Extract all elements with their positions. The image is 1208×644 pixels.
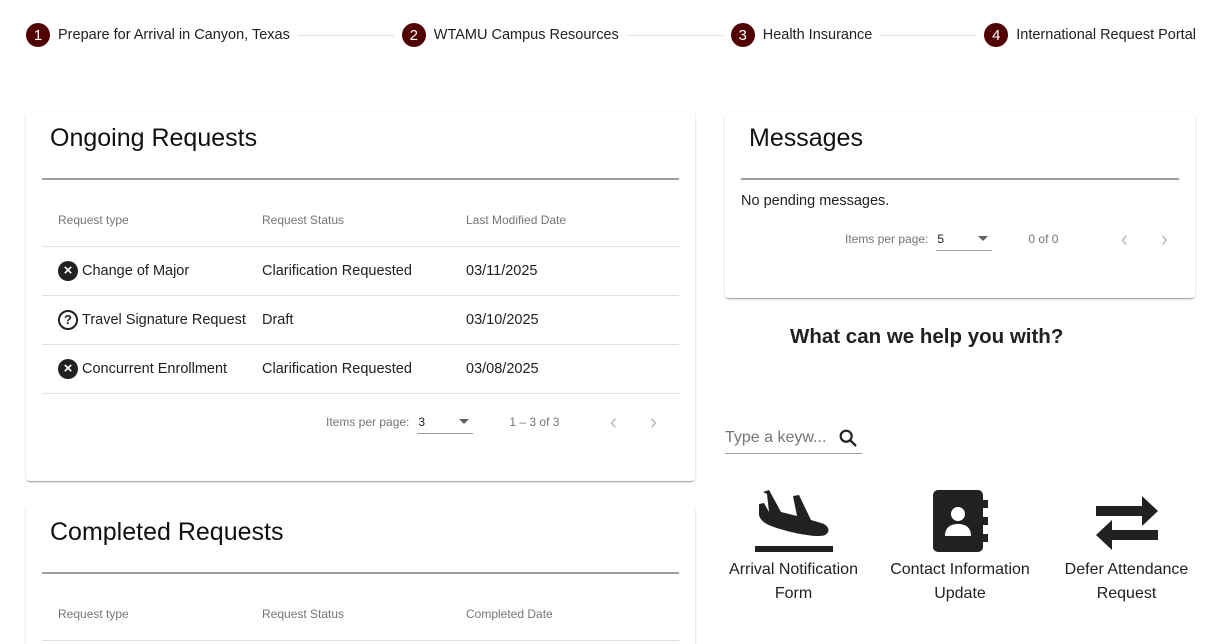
cancel-icon: × — [58, 260, 78, 281]
table-row[interactable]: ? Travel Signature Request Draft 03/10/2… — [42, 295, 679, 345]
column-header-request-status[interactable]: Request Status — [246, 194, 450, 247]
ongoing-requests-table: Request type Request Status Last Modifie… — [42, 194, 679, 394]
step-label: Prepare for Arrival in Canyon, Texas — [58, 27, 290, 43]
request-type-cell: × Change of Major — [42, 246, 246, 296]
items-per-page-select[interactable]: 5 — [936, 227, 993, 251]
step-2[interactable]: 2 WTAMU Campus Resources — [401, 23, 619, 47]
keyword-search-input[interactable] — [725, 428, 833, 447]
page-range: 0 of 0 — [1028, 232, 1059, 246]
step-3[interactable]: 3 Health Insurance — [730, 23, 873, 47]
divider — [42, 178, 679, 180]
request-type[interactable]: Change of Major — [82, 263, 189, 279]
request-date: 03/10/2025 — [450, 295, 679, 345]
tile-label: Defer Attendance Request — [1064, 561, 1189, 602]
request-status: Clarification Requested — [246, 246, 450, 296]
items-per-page-select[interactable]: 3 — [417, 410, 474, 434]
step-number: 1 — [26, 23, 50, 47]
next-page-button[interactable]: › — [1144, 219, 1184, 259]
step-connector — [297, 34, 394, 36]
previous-page-button[interactable]: ‹ — [1104, 219, 1144, 259]
card-title: Ongoing Requests — [50, 124, 258, 152]
divider — [741, 178, 1179, 180]
step-label: International Request Portal — [1016, 27, 1196, 43]
table-header-row: Request type Request Status Last Modifie… — [42, 194, 679, 247]
arrival-notification-tile[interactable]: Arrival Notification Form — [725, 488, 862, 606]
previous-page-button[interactable]: ‹ — [593, 402, 633, 442]
page-size-value: 3 — [418, 414, 426, 429]
ongoing-requests-card: Ongoing Requests Request type Request St… — [26, 112, 695, 481]
column-header-request-status[interactable]: Request Status — [246, 588, 450, 641]
column-header-request-type[interactable]: Request type — [42, 588, 246, 641]
items-per-page-label: Items per page: — [326, 415, 410, 429]
tile-label: Contact Information Update — [890, 561, 1030, 602]
empty-messages-text: No pending messages. — [741, 193, 890, 209]
step-label: WTAMU Campus Resources — [433, 27, 619, 43]
items-per-page-label: Items per page: — [845, 232, 929, 246]
progress-stepper: 1 Prepare for Arrival in Canyon, Texas 2… — [26, 22, 1196, 48]
card-title: Completed Requests — [50, 518, 284, 546]
defer-attendance-tile[interactable]: Defer Attendance Request — [1060, 488, 1193, 606]
search-icon[interactable] — [837, 427, 859, 449]
contact-book-icon — [933, 490, 988, 552]
messages-paginator: Items per page: 5 0 of 0 ‹ › — [845, 219, 1184, 259]
tile-label: Arrival Notification Form — [729, 561, 858, 602]
request-type[interactable]: Concurrent Enrollment — [82, 361, 227, 377]
completed-requests-table: Request type Request Status Completed Da… — [42, 588, 679, 641]
messages-card: Messages No pending messages. Items per … — [725, 112, 1195, 298]
step-4[interactable]: 4 International Request Portal — [984, 23, 1196, 47]
table-row[interactable]: × Change of Major Clarification Requeste… — [42, 246, 679, 296]
help-heading: What can we help you with? — [790, 325, 1064, 348]
contact-information-tile[interactable]: Contact Information Update — [885, 488, 1035, 606]
keyword-search — [725, 422, 862, 454]
table-row[interactable]: × Concurrent Enrollment Clarification Re… — [42, 344, 679, 394]
request-date: 03/08/2025 — [450, 344, 679, 394]
column-header-date[interactable]: Completed Date — [450, 588, 679, 641]
help-icon: ? — [58, 309, 78, 330]
card-title: Messages — [749, 124, 863, 152]
completed-requests-card: Completed Requests Request type Request … — [26, 506, 695, 644]
step-number: 2 — [401, 23, 426, 47]
step-number: 3 — [730, 23, 755, 47]
step-label: Health Insurance — [762, 27, 873, 43]
divider — [42, 572, 679, 574]
chevron-down-icon — [978, 236, 989, 241]
cancel-icon: × — [58, 358, 78, 379]
column-header-date[interactable]: Last Modified Date — [450, 194, 679, 247]
request-status: Clarification Requested — [246, 344, 450, 394]
request-date: 03/11/2025 — [450, 246, 679, 296]
request-status: Draft — [246, 295, 450, 345]
column-header-request-type[interactable]: Request type — [42, 194, 246, 247]
page-size-value: 5 — [937, 231, 945, 246]
ongoing-paginator: Items per page: 3 1 – 3 of 3 ‹ › — [326, 402, 673, 442]
request-type-cell: × Concurrent Enrollment — [42, 344, 246, 394]
next-page-button[interactable]: › — [633, 402, 673, 442]
request-type-cell: ? Travel Signature Request — [42, 295, 246, 345]
request-type[interactable]: Travel Signature Request — [82, 312, 246, 328]
step-connector — [626, 34, 723, 36]
table-header-row: Request type Request Status Completed Da… — [42, 588, 679, 641]
step-number: 4 — [984, 23, 1009, 47]
plane-landing-icon — [754, 490, 833, 552]
step-connector — [880, 34, 977, 36]
swap-arrows-icon — [1095, 496, 1158, 550]
chevron-down-icon — [459, 419, 470, 424]
step-1[interactable]: 1 Prepare for Arrival in Canyon, Texas — [26, 23, 290, 47]
page-range: 1 – 3 of 3 — [509, 415, 560, 429]
